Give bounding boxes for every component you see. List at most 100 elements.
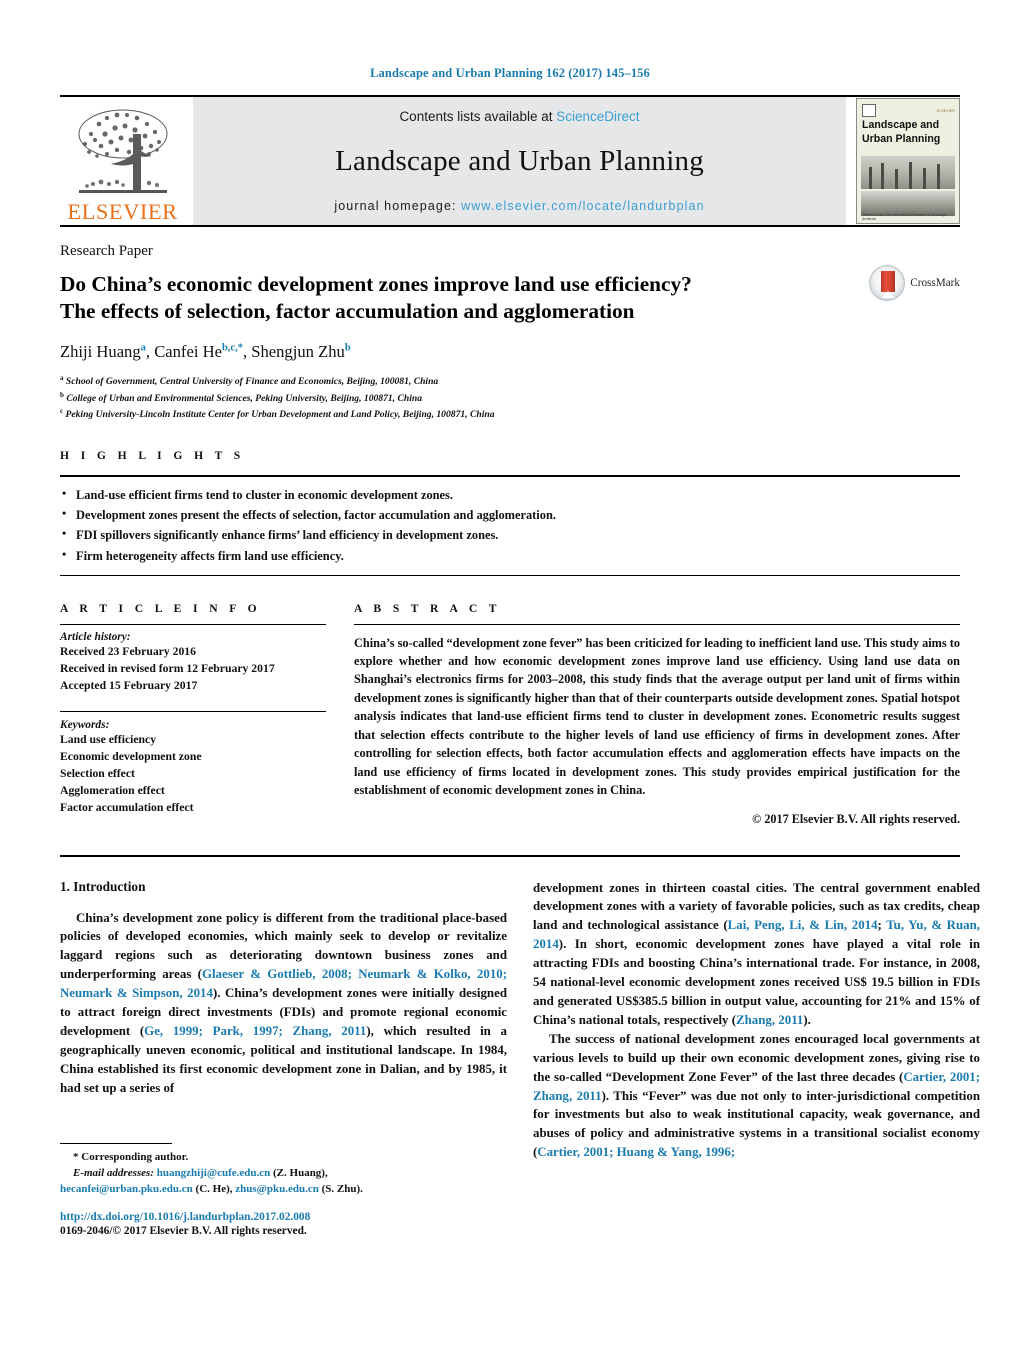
email-addresses: E-mail addresses: huangzhiji@cufe.edu.cn… <box>60 1165 507 1181</box>
highlight-item: Land-use efficient firms tend to cluster… <box>62 484 960 505</box>
author-list: Zhiji Huanga, Canfei Heb,c,*, Shengjun Z… <box>60 342 960 362</box>
keywords-title: Keywords: <box>60 718 110 731</box>
affiliation-b-text: College of Urban and Environmental Scien… <box>66 392 423 404</box>
title-line-2: The effects of selection, factor accumul… <box>60 299 635 324</box>
article-info-label: A R T I C L E I N F O <box>60 601 262 615</box>
author-3: Shengjun Zhub <box>251 342 350 361</box>
affiliation-list: a School of Government, Central Universi… <box>60 373 960 423</box>
homepage-prefix: journal homepage: <box>334 199 462 213</box>
affiliation-c-mark: c <box>60 407 64 416</box>
article-history: Article history: Received 23 February 20… <box>60 625 326 694</box>
doi-link[interactable]: http://dx.doi.org/10.1016/j.landurbplan.… <box>60 1211 560 1223</box>
cover-header: ELSEVIER <box>862 103 955 118</box>
highlights-label: H I G H L I G H T S <box>60 449 245 463</box>
author-2-affil-mark[interactable]: b,c,* <box>222 342 243 353</box>
email-label: E-mail addresses: <box>73 1167 154 1180</box>
cover-footer-text: Official Journal of the International Fe… <box>862 213 947 221</box>
keywords-block: Keywords: Land use efficiency Economic d… <box>60 710 326 816</box>
article-info-column: A R T I C L E I N F O Article history: R… <box>60 602 354 827</box>
email-link-1[interactable]: huangzhiji@cufe.edu.cn <box>157 1167 271 1179</box>
author-1-sep: , <box>145 341 155 361</box>
contents-prefix: Contents lists available at <box>399 109 557 124</box>
highlights-list: Land-use efficient firms tend to cluster… <box>60 477 960 574</box>
email-owner-2: (C. He), <box>192 1183 236 1196</box>
masthead-bottom-rule <box>60 225 960 227</box>
history-accepted: Accepted 15 February 2017 <box>60 678 198 692</box>
abstract-label: A B S T R A C T <box>354 601 501 615</box>
homepage-line: journal homepage: www.elsevier.com/locat… <box>203 199 836 213</box>
affiliation-b-mark: b <box>60 390 64 399</box>
author-1: Zhiji Huanga, <box>60 342 154 361</box>
para-text: ; <box>877 918 887 933</box>
email-link-2[interactable]: hecanfei@urban.pku.edu.cn <box>60 1183 193 1195</box>
page-title: Do China’s economic development zones im… <box>60 271 820 326</box>
keyword-item: Factor accumulation effect <box>60 801 194 815</box>
author-2: Canfei Heb,c,*, <box>154 342 251 361</box>
cover-title: Landscape and Urban Planning <box>862 119 955 146</box>
contents-line: Contents lists available at ScienceDirec… <box>203 109 836 124</box>
paper-page: Landscape and Urban Planning 162 (2017) … <box>0 0 1020 1351</box>
citation-link[interactable]: Lai, Peng, Li, & Lin, 2014 <box>728 918 878 932</box>
highlight-item: Firm heterogeneity affects firm land use… <box>62 545 960 566</box>
doi-block: http://dx.doi.org/10.1016/j.landurbplan.… <box>60 1211 560 1237</box>
paragraph: development zones in thirteen coastal ci… <box>533 879 980 1030</box>
affiliation-a-mark: a <box>60 373 64 382</box>
abstract-text: China’s so-called “development zone feve… <box>354 635 960 798</box>
email-owner-1: (Z. Huang), <box>270 1167 328 1180</box>
author-2-name: Canfei He <box>154 341 222 361</box>
section-heading-introduction: 1. Introduction <box>60 878 146 894</box>
corresponding-author-note: * Corresponding author. <box>73 1151 189 1163</box>
author-2-sep: , <box>242 341 252 361</box>
keyword-item: Economic development zone <box>60 749 202 763</box>
info-abstract-block: A R T I C L E I N F O Article history: R… <box>60 602 960 827</box>
citation-link[interactable]: Cartier, 2001; Huang & Yang, 1996; <box>537 1145 735 1159</box>
email-addresses-cont: hecanfei@urban.pku.edu.cn (C. He), zhus@… <box>60 1181 507 1197</box>
author-3-name: Shengjun Zhu <box>251 341 345 361</box>
elsevier-wordmark: ELSEVIER <box>67 198 178 224</box>
keyword-item: Selection effect <box>60 767 135 780</box>
affiliation-b: b College of Urban and Environmental Sci… <box>60 390 960 407</box>
homepage-link[interactable]: www.elsevier.com/locate/landurbplan <box>461 199 704 213</box>
cover-photo-trees <box>861 156 955 189</box>
abstract-column: A B S T R A C T China’s so-called “devel… <box>354 602 960 827</box>
citation-link[interactable]: Zhang, 2011 <box>736 1013 803 1027</box>
issn-copyright: 0169-2046/© 2017 Elsevier B.V. All right… <box>60 1225 307 1237</box>
crossmark-icon <box>869 265 906 301</box>
article-history-title: Article history: <box>60 630 131 643</box>
cover-title-line1: Landscape and <box>862 119 940 131</box>
author-3-affil-mark[interactable]: b <box>345 342 351 353</box>
elsevier-tree-icon <box>71 104 175 200</box>
sciencedirect-panel: Contents lists available at ScienceDirec… <box>193 97 846 225</box>
affiliation-c-text: Peking University-Lincoln Institute Cent… <box>65 409 495 421</box>
sciencedirect-link[interactable]: ScienceDirect <box>556 109 639 124</box>
body-right-column: development zones in thirteen coastal ci… <box>533 879 980 1163</box>
highlights-section: H I G H L I G H T S Land-use efficient f… <box>60 449 960 576</box>
history-revised: Received in revised form 12 February 201… <box>60 661 275 675</box>
elsevier-logo: ELSEVIER <box>60 97 185 225</box>
body-columns: 1. Introduction China’s development zone… <box>60 879 980 1163</box>
email-owner-3: (S. Zhu). <box>318 1183 363 1196</box>
body-top-rule <box>60 854 960 857</box>
crossmark-label: CrossMark <box>910 277 960 289</box>
email-link-3[interactable]: zhus@pku.edu.cn <box>235 1183 319 1195</box>
article-header: CrossMark Research Paper Do China’s econ… <box>60 243 960 423</box>
cover-publisher-badge <box>862 104 876 117</box>
history-received: Received 23 February 2016 <box>60 644 196 658</box>
masthead: ELSEVIER Contents lists available at Sci… <box>60 95 960 227</box>
running-head: Landscape and Urban Planning 162 (2017) … <box>370 66 650 80</box>
citation-link[interactable]: Ge, 1999; Park, 1997; Zhang, 2011 <box>144 1024 366 1038</box>
paragraph: The success of national development zone… <box>533 1030 980 1162</box>
highlights-bottom-rule <box>60 574 960 576</box>
highlight-item: Development zones present the effects of… <box>62 504 960 525</box>
paragraph: China’s development zone policy is diffe… <box>60 909 507 1098</box>
crossmark-badge[interactable]: CrossMark <box>869 265 960 301</box>
cover-title-line2: Urban Planning <box>862 132 941 145</box>
title-line-1: Do China’s economic development zones im… <box>60 272 692 296</box>
affiliation-c: c Peking University-Lincoln Institute Ce… <box>60 406 960 423</box>
keyword-item: Land use efficiency <box>60 732 157 746</box>
body-left-column: 1. Introduction China’s development zone… <box>60 879 507 1163</box>
journal-title: Landscape and Urban Planning <box>335 145 704 177</box>
keyword-item: Agglomeration effect <box>60 784 165 798</box>
affiliation-a-text: School of Government, Central University… <box>65 376 439 388</box>
author-1-name: Zhiji Huang <box>60 341 141 361</box>
